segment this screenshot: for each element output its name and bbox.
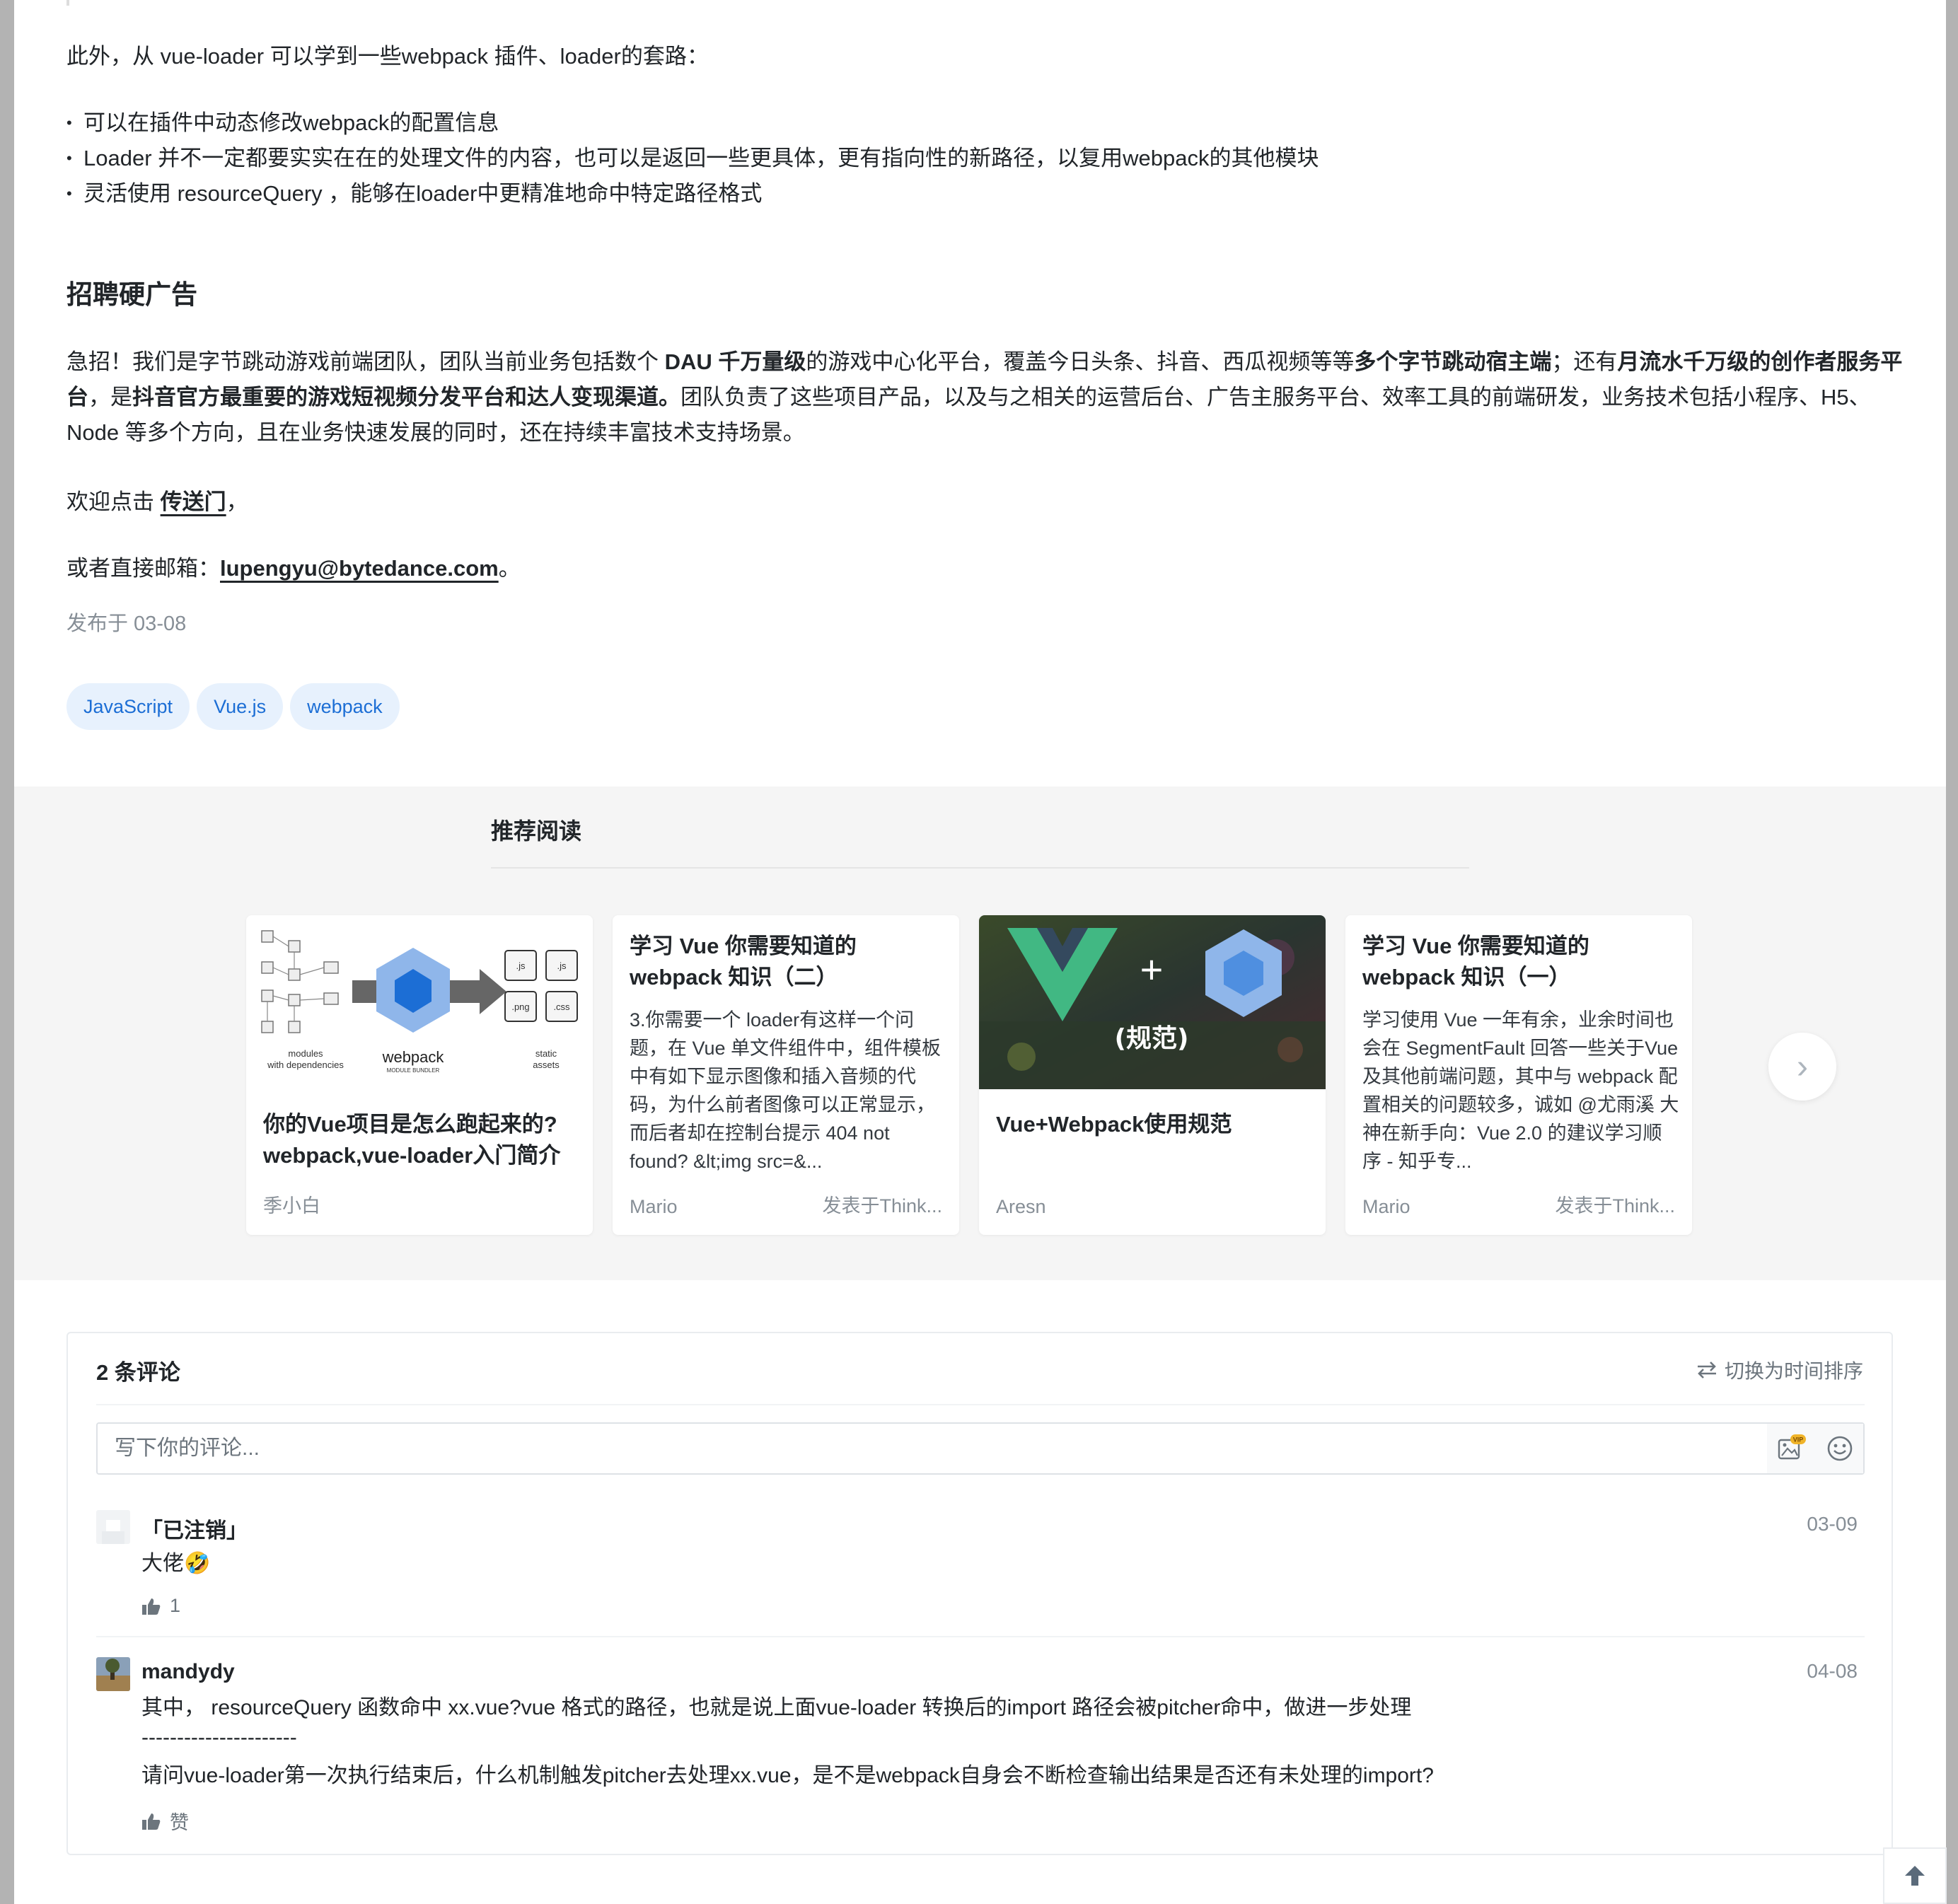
- comment-item: mandydy 04-08 其中， resourceQuery 函数命中 xx.…: [96, 1657, 1865, 1841]
- avatar[interactable]: [96, 1510, 130, 1544]
- vue-webpack-image: + (规范): [979, 915, 1326, 1089]
- comment-item: 「已注销」 03-09 大佬🤣 1: [96, 1510, 1865, 1637]
- card-title: 学习 Vue 你需要知道的 webpack 知识（二）: [630, 934, 857, 989]
- like-button[interactable]: 1: [141, 1595, 180, 1617]
- divider: [96, 1404, 1865, 1405]
- image-label: modules: [288, 1048, 323, 1059]
- image-label: MODULE BUNDLER: [387, 1067, 440, 1074]
- recommended-section: 推荐阅读 .js .js .png .css modules with depe…: [14, 786, 1946, 1280]
- sort-toggle-button[interactable]: 切换为时间排序: [1696, 1356, 1863, 1384]
- like-label: 赞: [170, 1812, 189, 1833]
- card-author: Aresn: [996, 1196, 1046, 1217]
- swap-icon: [1697, 1362, 1716, 1378]
- thumbs-up-icon: [142, 1813, 161, 1830]
- portal-link[interactable]: 传送门: [161, 489, 226, 514]
- like-count: 1: [170, 1595, 181, 1616]
- article-intro: 此外，从 vue-loader 可以学到一些webpack 插件、loader的…: [66, 44, 709, 69]
- comment-count: 2 条评论: [96, 1360, 180, 1385]
- publish-date: 发布于 03-08: [66, 613, 187, 635]
- back-to-top-button[interactable]: [1883, 1847, 1947, 1904]
- recommend-card[interactable]: 学习 Vue 你需要知道的 webpack 知识（一） 学习使用 Vue 一年有…: [1345, 915, 1692, 1235]
- divider: [96, 1636, 1865, 1637]
- image-label: .js: [516, 960, 526, 971]
- welcome-line: 欢迎点击 传送门，: [66, 489, 248, 514]
- comment-date: 03-09: [1807, 1513, 1858, 1535]
- card-title: Vue+Webpack使用规范: [996, 1112, 1232, 1137]
- card-author: Mario: [1362, 1196, 1410, 1217]
- card-title: 学习 Vue 你需要知道的 webpack 知识（一）: [1362, 934, 1589, 989]
- divider: [491, 867, 1469, 869]
- tag-webpack[interactable]: webpack: [290, 683, 400, 730]
- image-label: static: [535, 1048, 557, 1059]
- image-label: .png: [511, 1002, 529, 1012]
- email-link[interactable]: lupengyu@bytedance.com: [220, 556, 499, 581]
- comment-box: VIP: [96, 1422, 1865, 1475]
- next-button[interactable]: ›: [1768, 1033, 1836, 1101]
- comment-input[interactable]: [98, 1424, 1781, 1473]
- card-source: 发表于Think...: [822, 1195, 942, 1217]
- card-desc: 学习使用 Vue 一年有余，业余时间也会在 SegmentFault 回答一些关…: [1362, 1009, 1679, 1172]
- thumbs-up-icon: [142, 1598, 161, 1615]
- emoji-icon[interactable]: [1826, 1434, 1854, 1463]
- recommended-title: 推荐阅读: [491, 818, 582, 844]
- avatar[interactable]: [96, 1657, 130, 1691]
- comment-text: 请问vue-loader第一次执行结束后，什么机制触发pitcher去处理xx.…: [141, 1764, 1434, 1787]
- section-heading: 招聘硬广告: [66, 280, 197, 309]
- card-desc: 3.你需要一个 loader有这样一个问题，在 Vue 单文件组件中，组件模板中…: [630, 1009, 942, 1172]
- email-line: 或者直接邮箱：lupengyu@bytedance.com。: [66, 556, 521, 581]
- recommend-card[interactable]: 学习 Vue 你需要知道的 webpack 知识（二） 3.你需要一个 load…: [613, 915, 959, 1235]
- chevron-right-icon: ›: [1797, 1047, 1808, 1086]
- card-source: 发表于Think...: [1555, 1195, 1675, 1217]
- comment-tools: VIP: [1767, 1424, 1863, 1473]
- card-author: Mario: [630, 1196, 678, 1217]
- tag-list: JavaScript Vue.js webpack: [66, 683, 400, 730]
- comment-date: 04-08: [1807, 1660, 1858, 1682]
- recommend-card[interactable]: .js .js .png .css modules with dependenc…: [246, 915, 593, 1235]
- bullet-item: Loader 并不一定都要实实在在的处理文件的内容，也可以是返回一些更具体，更有…: [66, 141, 1319, 178]
- arrow-up-icon: [1905, 1866, 1925, 1886]
- bullet-item: 可以在插件中动态修改webpack的配置信息: [66, 105, 499, 142]
- bullet-item: 灵活使用 resourceQuery ，能够在loader中更精准地命中特定路径…: [66, 176, 762, 213]
- blockquote-bar: [66, 0, 69, 6]
- webpack-diagram-image: .js .js .png .css modules with dependenc…: [246, 915, 593, 1089]
- image-label: with dependencies: [267, 1060, 344, 1070]
- card-title: 你的Vue项目是怎么跑起来的?webpack,vue-loader入门简介: [263, 1112, 561, 1168]
- like-button[interactable]: 赞: [141, 1807, 189, 1835]
- image-label: .js: [557, 960, 567, 971]
- comments-section: 2 条评论 切换为时间排序 VIP: [66, 1332, 1893, 1855]
- comment-text: ----------------------: [141, 1726, 297, 1749]
- comment-username[interactable]: mandydy: [141, 1660, 235, 1684]
- image-label: webpack: [382, 1048, 445, 1066]
- tag-javascript[interactable]: JavaScript: [66, 683, 190, 730]
- comment-text: 大佬🤣: [141, 1552, 211, 1575]
- vip-badge: VIP: [1793, 1436, 1804, 1444]
- recommend-card[interactable]: + (规范) Vue+Webpack使用规范 Aresn: [979, 915, 1326, 1235]
- tag-vuejs[interactable]: Vue.js: [197, 683, 284, 730]
- image-label: +: [1140, 947, 1164, 992]
- ad-paragraph: 急招！我们是字节跳动游戏前端团队，团队当前业务包括数个 DAU 千万量级的游戏中…: [66, 349, 1903, 445]
- comment-text: 其中， resourceQuery 函数命中 xx.vue?vue 格式的路径，…: [141, 1696, 1412, 1719]
- image-upload-icon[interactable]: VIP: [1776, 1433, 1807, 1464]
- card-author: 季小白: [263, 1195, 320, 1217]
- sort-label: 切换为时间排序: [1724, 1360, 1863, 1382]
- image-label: assets: [533, 1060, 560, 1070]
- comment-username[interactable]: 「已注销」: [141, 1513, 248, 1544]
- image-label: (规范): [1115, 1024, 1189, 1053]
- page: 此外，从 vue-loader 可以学到一些webpack 插件、loader的…: [14, 0, 1946, 1904]
- image-label: .css: [553, 1002, 570, 1012]
